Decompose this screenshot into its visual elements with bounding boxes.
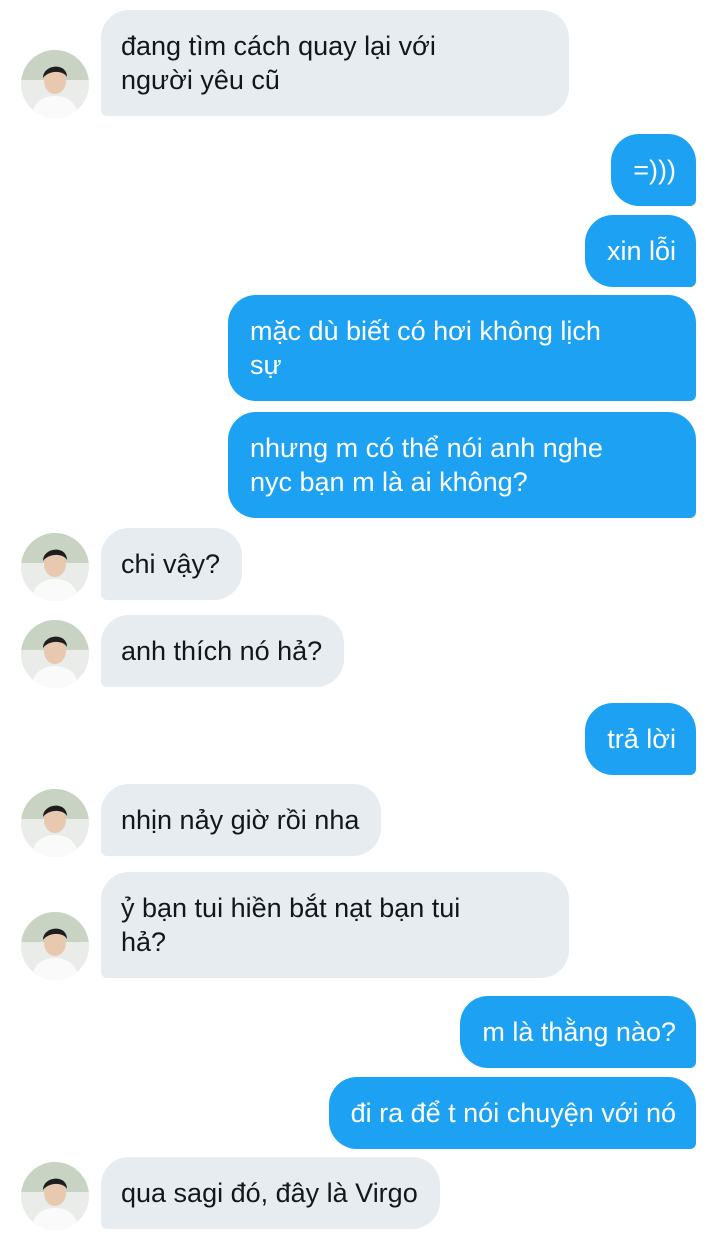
contact-avatar-icon <box>21 912 89 980</box>
message-bubble-incoming[interactable]: đang tìm cách quay lại với người yêu cũ <box>101 10 569 116</box>
contact-avatar[interactable] <box>21 620 89 688</box>
message-bubble-outgoing[interactable]: trả lời <box>585 703 696 775</box>
message-bubble-outgoing[interactable]: nhưng m có thể nói anh nghe nyc bạn m là… <box>228 412 696 518</box>
contact-avatar[interactable] <box>21 50 89 118</box>
contact-avatar-icon <box>21 1162 89 1230</box>
message-bubble-outgoing[interactable]: =))) <box>611 134 696 206</box>
contact-avatar-icon <box>21 789 89 857</box>
message-bubble-incoming[interactable]: anh thích nó hả? <box>101 615 345 687</box>
contact-avatar-icon <box>21 620 89 688</box>
contact-avatar[interactable] <box>21 912 89 980</box>
message-bubble-incoming[interactable]: ỷ bạn tui hiền bắt nạt bạn tui hả? <box>101 872 569 978</box>
contact-avatar[interactable] <box>21 789 89 857</box>
contact-avatar[interactable] <box>21 533 89 601</box>
message-bubble-outgoing[interactable]: m là thằng nào? <box>460 996 696 1068</box>
message-bubble-outgoing[interactable]: đi ra để t nói chuyện với nó <box>328 1077 696 1149</box>
contact-avatar-icon <box>21 533 89 601</box>
chat-thread: đang tìm cách quay lại với người yêu cũ … <box>0 0 716 1236</box>
message-bubble-incoming[interactable]: nhịn nảy giờ rồi nha <box>101 784 382 856</box>
message-bubble-incoming[interactable]: chi vậy? <box>101 528 243 600</box>
contact-avatar[interactable] <box>21 1162 89 1230</box>
message-bubble-incoming[interactable]: qua sagi đó, đây là Virgo <box>101 1157 440 1229</box>
contact-avatar-icon <box>21 50 89 118</box>
message-bubble-outgoing[interactable]: xin lỗi <box>584 215 696 287</box>
message-bubble-outgoing[interactable]: mặc dù biết có hơi không lịch sự <box>228 295 696 401</box>
